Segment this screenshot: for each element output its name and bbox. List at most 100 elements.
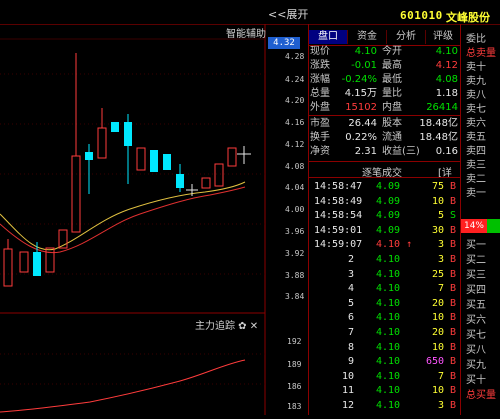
- quote-value: 0.22%: [345, 132, 377, 143]
- trade-time: 8: [347, 341, 354, 353]
- quote-label: 量比: [382, 88, 402, 99]
- trade-volume: 20: [431, 327, 444, 338]
- kline-chart[interactable]: [0, 24, 308, 415]
- tab-handicap[interactable]: 盘口: [309, 30, 348, 44]
- trade-row[interactable]: 14:59:07 4.10 ↑ 3 B: [310, 238, 460, 252]
- quote-value: 18.48亿: [419, 132, 458, 143]
- trade-volume: 3: [437, 254, 444, 265]
- trade-price: 4.10: [376, 268, 401, 280]
- y-label: 4.16: [285, 118, 305, 127]
- trade-volume: 3: [437, 239, 444, 251]
- trade-price: 4.10: [376, 297, 401, 309]
- y-label: 3.84: [285, 292, 305, 301]
- trade-row[interactable]: 4 4.10 7 B: [310, 282, 460, 296]
- stock-name: 文峰股份: [446, 11, 490, 24]
- quote-label: 流通: [382, 132, 402, 143]
- trade-price: 4.10: [376, 356, 401, 368]
- trade-row[interactable]: 9 4.10 650 B: [310, 355, 460, 369]
- trade-price: 4.09: [376, 181, 401, 192]
- book-label: 买十: [466, 375, 486, 386]
- quote-label: 换手: [310, 132, 330, 143]
- quote-label: 涨幅: [310, 74, 330, 85]
- trade-row[interactable]: 11 4.10 10 B: [310, 384, 460, 398]
- trade-price: 4.10: [376, 327, 401, 338]
- trade-volume: 20: [431, 297, 444, 309]
- quote-value: 18.48亿: [419, 118, 458, 129]
- trade-row[interactable]: 10 4.10 7 B: [310, 370, 460, 384]
- trade-price: 4.10: [376, 312, 401, 324]
- trade-row[interactable]: 3 4.10 25 B: [310, 268, 460, 282]
- trade-row[interactable]: 6 4.10 10 B: [310, 311, 460, 325]
- trade-row[interactable]: 14:58:49 4.09 10 B: [310, 195, 460, 209]
- y-label: 4.24: [285, 75, 305, 84]
- quote-label: 现价: [310, 46, 330, 57]
- trade-side: B: [449, 312, 456, 324]
- tab-rating[interactable]: 评级: [426, 30, 461, 44]
- book-label: 总卖量: [466, 48, 496, 59]
- y-label: 4.08: [285, 162, 305, 171]
- quote-value: -0.01: [351, 60, 377, 71]
- book-label: 卖十: [466, 62, 486, 73]
- book-label: 买九: [466, 360, 486, 371]
- y-label: 4.20: [285, 96, 305, 105]
- current-price-tag: 4.32: [268, 37, 300, 49]
- trade-volume: 30: [431, 224, 444, 236]
- trade-time: 10: [341, 370, 354, 382]
- tab-analysis[interactable]: 分析: [387, 30, 426, 44]
- trade-side: B: [449, 195, 456, 207]
- quote-row: 现价 4.10 今开 4.10: [310, 45, 460, 59]
- book-label: 卖五: [466, 132, 486, 143]
- quote-value: 26.44: [348, 118, 377, 129]
- sub-indicator-title[interactable]: 主力追踪 ✿ ✕: [195, 317, 258, 332]
- quote-row: 涨幅 -0.24% 最低 4.08: [310, 73, 460, 87]
- y-label: 3.96: [285, 227, 305, 236]
- tab-funds[interactable]: 资金: [348, 30, 387, 44]
- trade-volume: 10: [431, 341, 444, 353]
- book-label: 买五: [466, 300, 486, 311]
- trade-side: S: [449, 210, 456, 222]
- quote-value: 4.10: [435, 46, 458, 57]
- book-label: 卖八: [466, 90, 486, 101]
- trade-time: 14:58:49: [314, 195, 363, 207]
- trade-time: 14:58:47: [314, 181, 363, 192]
- quote-row: 净资 2.31 收益(三) 0.16: [310, 145, 460, 159]
- trade-time: 12: [341, 400, 354, 411]
- quote-value: 26414: [426, 102, 458, 113]
- trade-time: 14:59:07: [314, 239, 363, 251]
- quote-label: 最低: [382, 74, 402, 85]
- trade-row[interactable]: 14:59:01 4.09 30 B: [310, 224, 460, 238]
- trade-time: 11: [341, 385, 354, 397]
- book-label: 卖四: [466, 146, 486, 157]
- trade-price: 4.10: [376, 385, 401, 397]
- quote-label: 股本: [382, 118, 402, 129]
- book-label: 卖七: [466, 104, 486, 115]
- trade-price: 4.10: [376, 254, 401, 265]
- sub-y-label: 192: [287, 337, 302, 346]
- book-label: 买七: [466, 330, 486, 341]
- trade-volume: 10: [431, 312, 444, 324]
- trade-row[interactable]: 8 4.10 10 B: [310, 341, 460, 355]
- trade-side: B: [449, 254, 456, 265]
- quote-label: 内盘: [382, 102, 402, 113]
- quote-value: 4.15万: [344, 88, 377, 99]
- expand-button[interactable]: <<展开: [268, 6, 308, 22]
- book-label: 卖九: [466, 76, 486, 87]
- quote-label: 总量: [310, 88, 330, 99]
- trade-side: B: [449, 268, 456, 280]
- book-label: 买二: [466, 255, 486, 266]
- trade-row[interactable]: 14:58:47 4.09 75 B: [310, 180, 460, 194]
- trade-row[interactable]: 14:58:54 4.09 5 S: [310, 209, 460, 223]
- trade-row[interactable]: 12 4.10 3 B: [310, 399, 460, 413]
- quote-row: 涨跌 -0.01 最高 4.12: [310, 59, 460, 73]
- quote-label: 净资: [310, 146, 330, 157]
- trade-volume: 3: [437, 400, 444, 411]
- trade-row[interactable]: 7 4.10 20 B: [310, 326, 460, 340]
- trade-volume: 5: [437, 210, 444, 222]
- trade-price: 4.10: [376, 400, 401, 411]
- trade-time: 4: [347, 283, 354, 295]
- trade-row[interactable]: 5 4.10 20 B: [310, 297, 460, 311]
- indicator-label[interactable]: 智能辅助: [226, 25, 266, 40]
- sub-y-label: 186: [287, 382, 302, 391]
- y-label: 4.12: [285, 140, 305, 149]
- trade-row[interactable]: 2 4.10 3 B: [310, 253, 460, 267]
